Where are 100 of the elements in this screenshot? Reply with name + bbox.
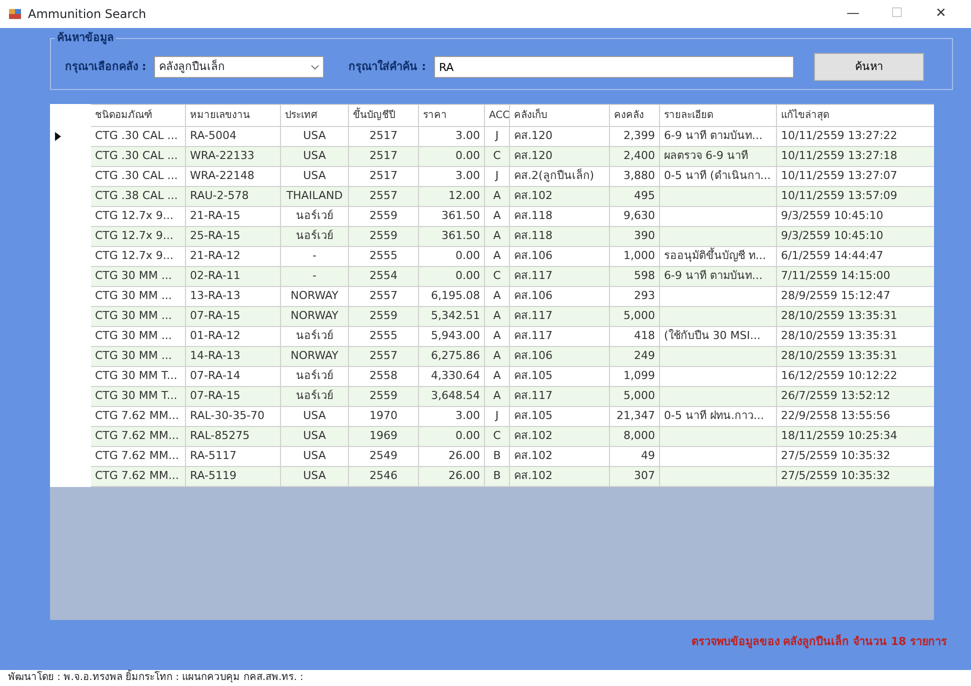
table-cell: 598 — [610, 266, 660, 286]
table-cell: 361.50 — [418, 226, 484, 246]
table-cell: 4,330.64 — [418, 366, 484, 386]
table-cell: USA — [280, 126, 348, 146]
table-cell: 293 — [610, 286, 660, 306]
search-button[interactable]: ค้นหา — [814, 53, 924, 81]
column-header[interactable]: คลังเก็บ — [510, 104, 610, 126]
table-cell: คส.105 — [510, 366, 610, 386]
table-cell: RA-5119 — [186, 466, 280, 486]
keyword-field[interactable]: RA — [434, 56, 794, 78]
table-cell: คส.105 — [510, 406, 610, 426]
table-cell: 390 — [610, 226, 660, 246]
table-cell: 9/3/2559 10:45:10 — [776, 226, 934, 246]
table-cell: J — [484, 406, 510, 426]
table-cell: 28/10/2559 13:35:31 — [776, 306, 934, 326]
table-cell: CTG .30 CAL ... — [90, 146, 186, 166]
table-cell: คส.102 — [510, 466, 610, 486]
table-cell: 495 — [610, 186, 660, 206]
table-cell: 12.00 — [418, 186, 484, 206]
table-cell: A — [484, 306, 510, 326]
table-cell: 2558 — [348, 366, 418, 386]
table-cell: A — [484, 186, 510, 206]
table-cell: คส.102 — [510, 446, 610, 466]
table-cell: CTG 30 MM T... — [90, 386, 186, 406]
table-cell: 2557 — [348, 186, 418, 206]
table-cell: WRA-22148 — [186, 166, 280, 186]
table-cell: 2546 — [348, 466, 418, 486]
table-cell: คส.117 — [510, 266, 610, 286]
table-cell: B — [484, 446, 510, 466]
table-cell: 249 — [610, 346, 660, 366]
column-header[interactable]: คงคลัง — [610, 104, 660, 126]
column-header[interactable]: ชนิดอมภัณฑ์ — [90, 104, 186, 126]
table-cell: RAL-30-35-70 — [186, 406, 280, 426]
table-cell: 2557 — [348, 346, 418, 366]
table-cell: CTG 12.7x 9... — [90, 206, 186, 226]
table-cell: CTG 7.62 MM... — [90, 406, 186, 426]
table-cell: 2517 — [348, 126, 418, 146]
table-cell: 2554 — [348, 266, 418, 286]
table-cell: 21-RA-12 — [186, 246, 280, 266]
table-cell: 361.50 — [418, 206, 484, 226]
column-header[interactable]: รายละเอียด — [660, 104, 776, 126]
table-cell: 0.00 — [418, 146, 484, 166]
window-title: Ammunition Search — [28, 6, 148, 23]
table-cell: 10/11/2559 13:27:07 — [776, 166, 934, 186]
table-cell: NORWAY — [280, 346, 348, 366]
table-cell: CTG 30 MM ... — [90, 326, 186, 346]
table-cell: 8,000 — [610, 426, 660, 446]
column-header[interactable]: หมายเลขงาน — [186, 104, 280, 126]
column-header[interactable]: ขึ้นบัญชีปี — [348, 104, 418, 126]
table-cell: A — [484, 286, 510, 306]
table-cell: 2555 — [348, 246, 418, 266]
table-cell: CTG 30 MM T... — [90, 366, 186, 386]
table-cell: 25-RA-15 — [186, 226, 280, 246]
table-cell: 5,000 — [610, 386, 660, 406]
table-cell: 49 — [610, 446, 660, 466]
table-cell: 18/11/2559 10:25:34 — [776, 426, 934, 446]
table-cell: NORWAY — [280, 306, 348, 326]
column-header[interactable]: ราคา — [418, 104, 484, 126]
table-cell: คส.102 — [510, 426, 610, 446]
table-cell: 3.00 — [418, 406, 484, 426]
table-cell: 2549 — [348, 446, 418, 466]
table-cell: 2559 — [348, 206, 418, 226]
table-cell: รออนุมัติขึ้นบัญชี ท... — [660, 246, 776, 266]
table-cell: 22/9/2558 13:55:56 — [776, 406, 934, 426]
table-cell: 2559 — [348, 306, 418, 326]
table-cell: 2517 — [348, 166, 418, 186]
minimize-button[interactable]: — — [831, 3, 875, 25]
table-cell: - — [280, 266, 348, 286]
table-cell: 0-5 นาที ฝทน.กาว... — [660, 406, 776, 426]
table-cell: 3.00 — [418, 166, 484, 186]
table-cell: B — [484, 466, 510, 486]
table-cell: 10/11/2559 13:27:22 — [776, 126, 934, 146]
table-cell: CTG 12.7x 9... — [90, 246, 186, 266]
table-cell: RA-5004 — [186, 126, 280, 146]
table-cell: 21,347 — [610, 406, 660, 426]
table-cell: 3,880 — [610, 166, 660, 186]
result-summary: ตรวจพบข้อมูลของ คลังลูกปืนเล็ก จำนวน 18 รายการ — [690, 634, 948, 650]
table-cell: 418 — [610, 326, 660, 346]
warehouse-dropdown[interactable]: คลังลูกปืนเล็ก — [154, 56, 324, 78]
table-cell: 3,648.54 — [418, 386, 484, 406]
table-cell: C — [484, 266, 510, 286]
table-cell: A — [484, 226, 510, 246]
table-cell: CTG 12.7x 9... — [90, 226, 186, 246]
table-cell: 5,943.00 — [418, 326, 484, 346]
table-cell: นอร์เวย์ — [280, 226, 348, 246]
table-cell: นอร์เวย์ — [280, 326, 348, 346]
table-cell: 6,275.86 — [418, 346, 484, 366]
table-cell: 0.00 — [418, 426, 484, 446]
table-cell: 2559 — [348, 226, 418, 246]
table-cell: 6,195.08 — [418, 286, 484, 306]
table-cell: 2559 — [348, 386, 418, 406]
app-icon — [8, 7, 22, 21]
table-cell: RA-5117 — [186, 446, 280, 466]
close-button[interactable]: ✕ — [919, 3, 963, 25]
table-cell: USA — [280, 466, 348, 486]
table-cell: A — [484, 386, 510, 406]
table-cell: A — [484, 206, 510, 226]
column-header[interactable]: แก้ไขล่าสุด — [776, 104, 934, 126]
table-cell: USA — [280, 146, 348, 166]
column-header[interactable]: ประเทศ — [280, 104, 348, 126]
